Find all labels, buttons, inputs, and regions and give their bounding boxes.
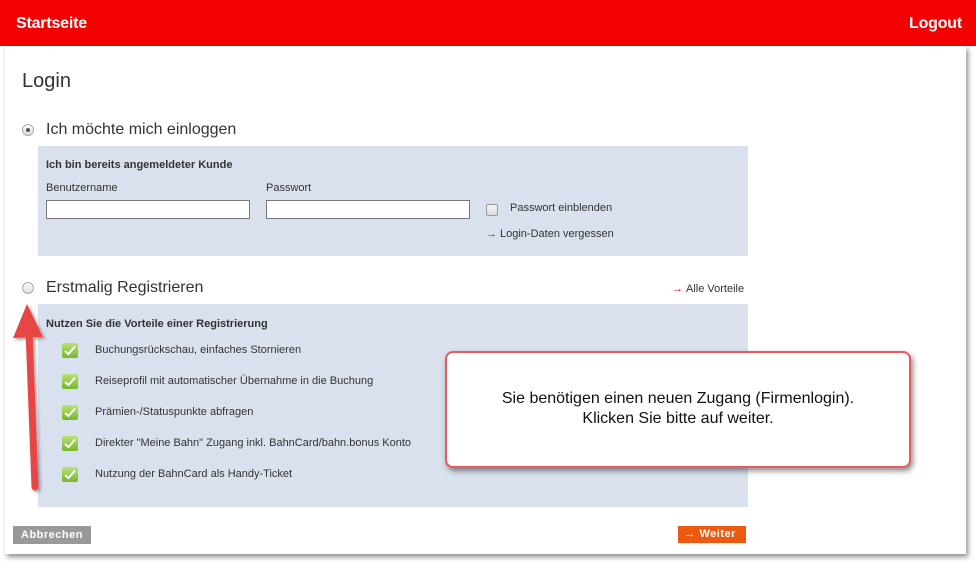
arrow-right-icon: →	[672, 283, 683, 295]
benefit-text: Prämien-/Statuspunkte abfragen	[95, 406, 254, 418]
password-input[interactable]	[266, 200, 470, 219]
callout-text: Sie benötigen einen neuen Zugang (Firmen…	[447, 389, 909, 429]
benefit-text: Nutzung der BahnCard als Handy-Ticket	[95, 468, 293, 480]
check-icon	[62, 374, 78, 389]
password-label: Passwort	[266, 182, 312, 194]
check-icon	[62, 343, 78, 358]
register-radio[interactable]	[22, 282, 34, 294]
register-box-title: Nutzen Sie die Vorteile einer Registrier…	[46, 318, 268, 330]
home-link[interactable]: Startseite	[16, 15, 87, 33]
arrow-right-icon: →	[684, 528, 696, 540]
username-label: Benutzername	[46, 182, 118, 194]
benefit-text: Reiseprofil mit automatischer Übernahme …	[95, 375, 374, 387]
show-password-label[interactable]: Passwort einblenden	[510, 202, 612, 214]
next-button-label: Weiter	[699, 528, 736, 540]
check-icon	[62, 436, 78, 451]
page-title: Login	[22, 70, 71, 92]
benefit-text: Direkter "Meine Bahn" Zugang inkl. BahnC…	[95, 437, 412, 449]
logout-link[interactable]: Logout	[909, 15, 962, 33]
login-radio[interactable]	[22, 124, 34, 136]
annotation-callout: Sie benötigen einen neuen Zugang (Firmen…	[445, 351, 911, 468]
login-option-label[interactable]: Ich möchte mich einloggen	[46, 121, 236, 139]
show-password-checkbox[interactable]	[486, 204, 498, 216]
username-input[interactable]	[46, 200, 250, 219]
all-benefits-text: Alle Vorteile	[686, 283, 745, 295]
register-option-label[interactable]: Erstmalig Registrieren	[46, 279, 203, 297]
arrow-right-icon: →	[486, 228, 497, 240]
forgot-login-link[interactable]: → Login-Daten vergessen	[486, 228, 614, 240]
login-box-title: Ich bin bereits angemeldeter Kunde	[46, 159, 233, 171]
check-icon	[62, 405, 78, 420]
cancel-button[interactable]: Abbrechen	[13, 526, 91, 544]
callout-line-1: Sie benötigen einen neuen Zugang (Firmen…	[501, 390, 855, 407]
top-navigation-bar: Startseite Logout	[0, 0, 976, 46]
forgot-login-text: Login-Daten vergessen	[500, 228, 614, 240]
check-icon	[62, 467, 78, 482]
all-benefits-link[interactable]: → Alle Vorteile	[672, 283, 744, 295]
benefit-text: Buchungsrückschau, einfaches Stornieren	[95, 344, 302, 356]
callout-line-2: Klicken Sie bitte auf weiter.	[582, 410, 774, 427]
next-button[interactable]: → Weiter	[678, 526, 746, 543]
